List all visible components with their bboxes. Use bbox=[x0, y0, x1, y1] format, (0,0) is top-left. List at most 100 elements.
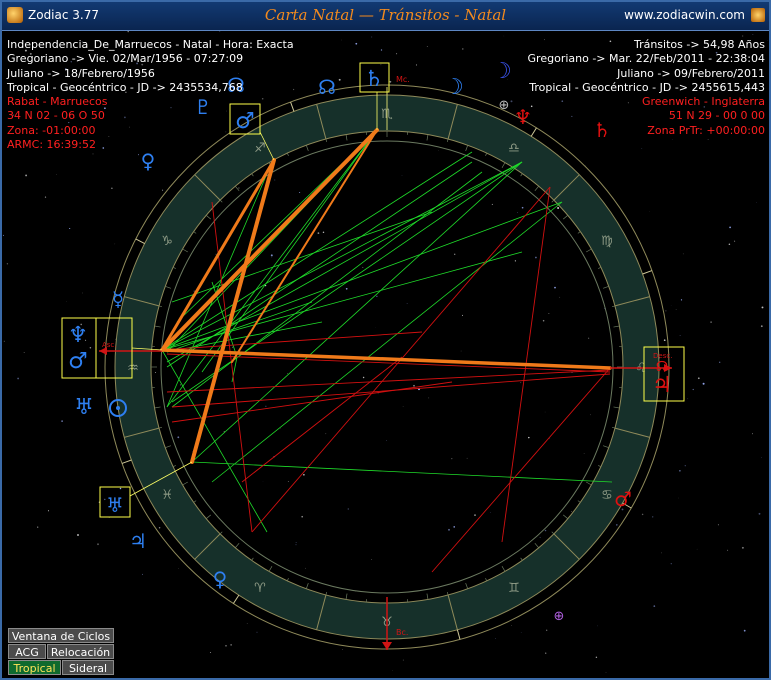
star bbox=[605, 672, 607, 673]
star bbox=[127, 31, 129, 33]
star bbox=[535, 256, 537, 259]
star bbox=[355, 42, 358, 45]
star bbox=[162, 189, 164, 191]
star bbox=[301, 515, 304, 518]
star bbox=[615, 524, 618, 526]
degree-tick bbox=[193, 231, 197, 234]
venus-transit-icon: ♀ bbox=[141, 149, 156, 173]
sign-gemini-icon: ♊ bbox=[508, 581, 520, 596]
star bbox=[181, 465, 183, 467]
natal-zone: Zona: -01:00:00 bbox=[7, 123, 96, 137]
star bbox=[710, 321, 712, 323]
star bbox=[295, 544, 297, 546]
star bbox=[438, 150, 439, 152]
saturn-icon: ♄ bbox=[364, 67, 384, 92]
star bbox=[428, 397, 430, 399]
star bbox=[37, 526, 39, 528]
star bbox=[177, 436, 180, 439]
degree-tick bbox=[251, 557, 254, 561]
star bbox=[219, 31, 221, 32]
star bbox=[460, 350, 462, 352]
star bbox=[545, 652, 547, 654]
title-bar[interactable]: Zodiac 3.77 Carta Natal — Tránsitos - Na… bbox=[2, 2, 769, 31]
star bbox=[256, 631, 258, 633]
degree-tick bbox=[305, 583, 309, 589]
star bbox=[97, 543, 99, 546]
degree-tick bbox=[345, 134, 348, 141]
degree-tick bbox=[485, 152, 488, 156]
star bbox=[325, 433, 327, 435]
star bbox=[287, 480, 289, 483]
star bbox=[25, 174, 28, 177]
star bbox=[546, 629, 548, 631]
star bbox=[462, 48, 464, 50]
degree-tick bbox=[205, 514, 212, 519]
star bbox=[347, 508, 349, 510]
star bbox=[342, 648, 344, 650]
moon-icon: ☽ bbox=[444, 75, 464, 100]
star bbox=[641, 148, 643, 149]
star bbox=[295, 542, 297, 543]
moon-natal-icon: ☽ bbox=[492, 59, 512, 84]
degree-tick bbox=[251, 173, 254, 177]
star bbox=[413, 384, 415, 387]
degree-tick bbox=[165, 445, 171, 449]
star bbox=[661, 552, 662, 554]
star bbox=[761, 306, 764, 309]
degree-tick bbox=[613, 325, 620, 328]
aspect-lines bbox=[160, 128, 613, 573]
star bbox=[495, 638, 496, 639]
jupiter-transit-icon: ♃ bbox=[652, 373, 672, 398]
degree-tick bbox=[577, 231, 581, 234]
site-icon bbox=[751, 8, 765, 22]
star bbox=[743, 629, 746, 632]
degree-tick bbox=[172, 465, 176, 468]
star bbox=[696, 548, 698, 550]
degree-tick bbox=[446, 591, 449, 596]
venus-natal-icon: ♀ bbox=[213, 567, 228, 591]
house-cusp bbox=[232, 594, 240, 604]
star bbox=[230, 644, 232, 646]
sidereal-button[interactable]: Sideral bbox=[62, 660, 114, 675]
star bbox=[389, 80, 392, 83]
star bbox=[415, 64, 418, 66]
acg-button[interactable]: ACG bbox=[8, 644, 46, 659]
star bbox=[516, 212, 518, 214]
degree-tick bbox=[426, 134, 429, 141]
star bbox=[402, 659, 404, 661]
star bbox=[92, 153, 94, 155]
house-cusp bbox=[642, 270, 653, 275]
star bbox=[520, 382, 522, 384]
relocation-button[interactable]: Relocación bbox=[47, 644, 114, 659]
star bbox=[362, 266, 364, 268]
star bbox=[728, 243, 731, 245]
star bbox=[345, 287, 348, 290]
star bbox=[539, 537, 541, 538]
star bbox=[697, 377, 700, 380]
star bbox=[544, 411, 546, 413]
uranus-icon: ♅ bbox=[74, 395, 94, 420]
tropical-button[interactable]: Tropical bbox=[8, 660, 61, 675]
star bbox=[271, 257, 273, 258]
star bbox=[69, 227, 71, 230]
degree-tick bbox=[268, 566, 273, 572]
star bbox=[544, 529, 547, 532]
main-window: Zodiac 3.77 Carta Natal — Tránsitos - Na… bbox=[0, 0, 771, 680]
part-of-fortune-icon: ⊕ bbox=[499, 98, 510, 113]
cycles-window-button[interactable]: Ventana de Ciclos bbox=[8, 628, 114, 643]
star bbox=[761, 456, 763, 458]
star bbox=[719, 361, 721, 363]
natal-jd: Tropical - Geocéntrico - JD -> 2435534,7… bbox=[7, 80, 243, 94]
star bbox=[597, 625, 598, 627]
star bbox=[362, 376, 365, 379]
star bbox=[61, 420, 63, 422]
star bbox=[322, 231, 325, 234]
degree-tick bbox=[154, 406, 161, 409]
degree-tick bbox=[577, 500, 581, 503]
star bbox=[595, 656, 598, 658]
star bbox=[680, 299, 683, 301]
star bbox=[232, 346, 234, 348]
mc-label: Mc. bbox=[396, 75, 410, 84]
transit-info-panel: Tránsitos -> 54,98 Años Gregoriano -> Ma… bbox=[528, 38, 765, 138]
degree-tick bbox=[219, 531, 223, 535]
